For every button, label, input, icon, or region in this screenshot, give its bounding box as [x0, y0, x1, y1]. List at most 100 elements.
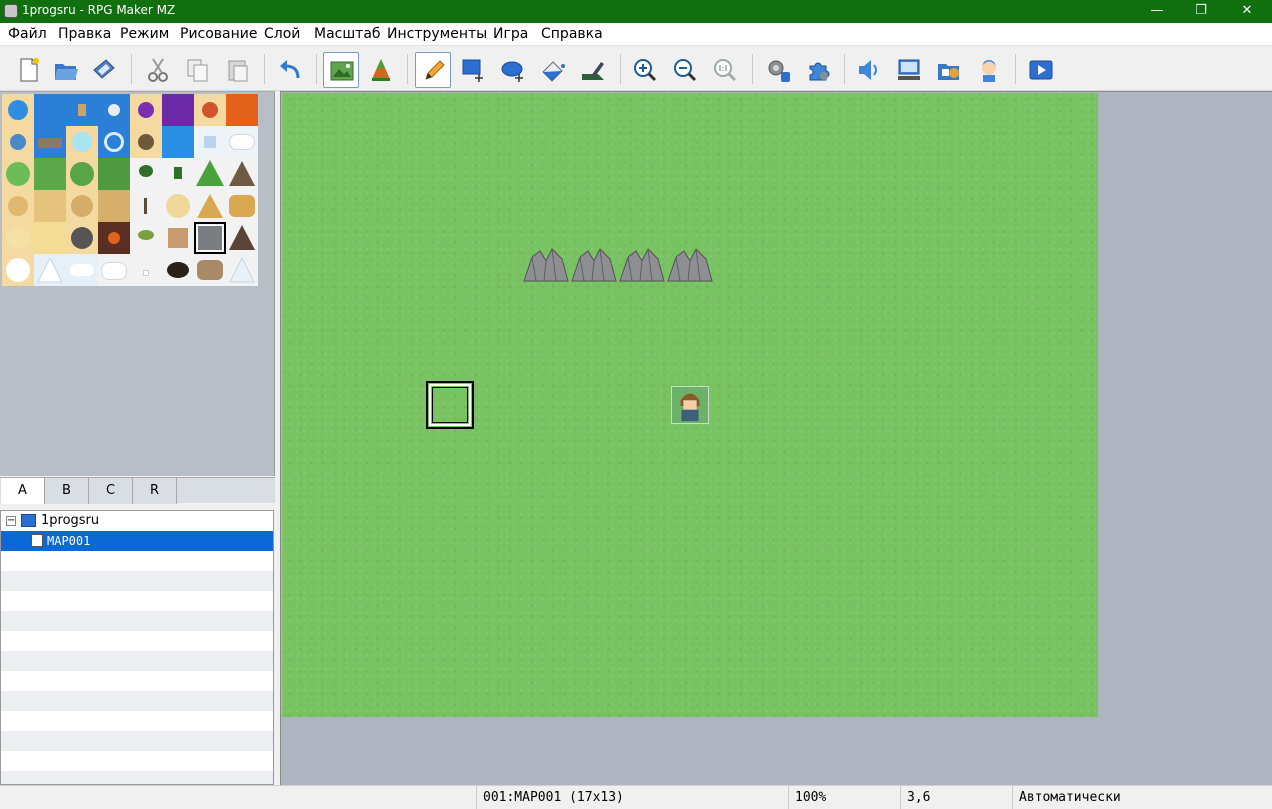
tile[interactable] [66, 158, 98, 190]
cut-icon[interactable] [140, 52, 176, 88]
paste-icon[interactable] [220, 52, 256, 88]
tile[interactable] [2, 222, 34, 254]
shadow-pen-icon[interactable] [575, 52, 611, 88]
tile[interactable] [66, 126, 98, 158]
tile[interactable] [130, 126, 162, 158]
new-project-icon[interactable] [10, 52, 46, 88]
minimize-button[interactable]: — [1134, 0, 1180, 23]
tile[interactable] [2, 126, 34, 158]
tile[interactable] [98, 190, 130, 222]
player-start-icon[interactable] [671, 386, 709, 424]
menu-file[interactable]: Файл [8, 26, 47, 42]
tile[interactable] [66, 94, 98, 126]
tile[interactable] [34, 222, 66, 254]
tile[interactable] [66, 222, 98, 254]
ellipse-icon[interactable] [495, 52, 531, 88]
tile[interactable] [162, 126, 194, 158]
tile[interactable] [34, 158, 66, 190]
map-canvas[interactable] [282, 93, 1098, 717]
open-project-icon[interactable] [48, 52, 84, 88]
map-mode-icon[interactable] [323, 52, 359, 88]
tile[interactable] [226, 254, 258, 286]
tile[interactable] [130, 158, 162, 190]
tile[interactable] [2, 190, 34, 222]
event-mode-icon[interactable] [363, 52, 399, 88]
tile[interactable] [66, 190, 98, 222]
tile[interactable] [162, 94, 194, 126]
tile[interactable] [162, 158, 194, 190]
tab-c[interactable]: C [89, 478, 133, 504]
character-generator-icon[interactable] [971, 52, 1007, 88]
tile[interactable] [34, 254, 66, 286]
fill-icon[interactable] [535, 52, 571, 88]
tile[interactable] [226, 190, 258, 222]
plugin-manager-icon[interactable] [800, 52, 836, 88]
maximize-button[interactable]: ❐ [1178, 0, 1224, 23]
zoom-in-icon[interactable] [627, 52, 663, 88]
tile[interactable] [130, 94, 162, 126]
collapse-icon[interactable]: − [6, 516, 16, 526]
sound-test-icon[interactable] [850, 52, 886, 88]
tile[interactable] [194, 126, 226, 158]
tile[interactable] [226, 126, 258, 158]
menu-tools[interactable]: Инструменты [387, 26, 487, 42]
tile[interactable] [2, 94, 34, 126]
tile[interactable] [34, 190, 66, 222]
map-tree[interactable]: − 1progsru MAP001 [0, 510, 274, 785]
menu-draw[interactable]: Рисование [180, 26, 258, 42]
tile[interactable] [98, 126, 130, 158]
menu-edit[interactable]: Правка [58, 26, 111, 42]
tab-a[interactable]: A [1, 478, 45, 504]
playtest-icon[interactable] [1023, 52, 1059, 88]
tree-row-map001[interactable]: MAP001 [1, 531, 273, 551]
tile[interactable] [98, 254, 130, 286]
resource-manager-icon[interactable] [931, 52, 967, 88]
database-icon[interactable] [760, 52, 796, 88]
save-project-icon[interactable] [86, 52, 122, 88]
tile[interactable] [162, 190, 194, 222]
menu-game[interactable]: Игра [493, 26, 528, 42]
tile[interactable] [98, 222, 130, 254]
tile[interactable] [98, 158, 130, 190]
rectangle-icon[interactable] [455, 52, 491, 88]
tile[interactable] [226, 94, 258, 126]
tile[interactable] [98, 94, 130, 126]
tile[interactable] [34, 126, 66, 158]
tile[interactable] [194, 254, 226, 286]
tile[interactable] [226, 158, 258, 190]
zoom-out-icon[interactable] [667, 52, 703, 88]
zoom-actual-icon[interactable] [707, 52, 743, 88]
copy-icon[interactable] [180, 52, 216, 88]
tile[interactable] [162, 254, 194, 286]
tile[interactable] [2, 254, 34, 286]
tile[interactable] [194, 94, 226, 126]
pencil-icon[interactable] [415, 52, 451, 88]
close-button[interactable]: ✕ [1224, 0, 1270, 23]
tile[interactable] [130, 222, 162, 254]
tile[interactable] [162, 222, 194, 254]
tile-palette[interactable] [0, 91, 275, 476]
tile-selected[interactable] [194, 222, 226, 254]
rock-tile [523, 248, 569, 282]
tile[interactable] [194, 158, 226, 190]
tile[interactable] [2, 158, 34, 190]
tile[interactable] [130, 254, 162, 286]
tab-r[interactable]: R [133, 478, 177, 504]
tile[interactable] [226, 222, 258, 254]
tree-row-project[interactable]: − 1progsru [1, 511, 273, 531]
menu-layer[interactable]: Слой [264, 26, 300, 42]
tile-grid[interactable] [2, 94, 258, 286]
tile[interactable] [130, 190, 162, 222]
toolbar-separator [131, 54, 132, 84]
tile[interactable] [34, 94, 66, 126]
undo-icon[interactable] [272, 52, 308, 88]
menu-mode[interactable]: Режим [120, 26, 169, 42]
menu-help[interactable]: Справка [541, 26, 603, 42]
event-searcher-icon[interactable] [891, 52, 927, 88]
menu-scale[interactable]: Масштаб [314, 26, 381, 42]
map-viewport[interactable] [280, 91, 1272, 785]
tile[interactable] [194, 190, 226, 222]
tile[interactable] [66, 254, 98, 286]
tree-empty-row [1, 651, 273, 671]
tab-b[interactable]: B [45, 478, 89, 504]
